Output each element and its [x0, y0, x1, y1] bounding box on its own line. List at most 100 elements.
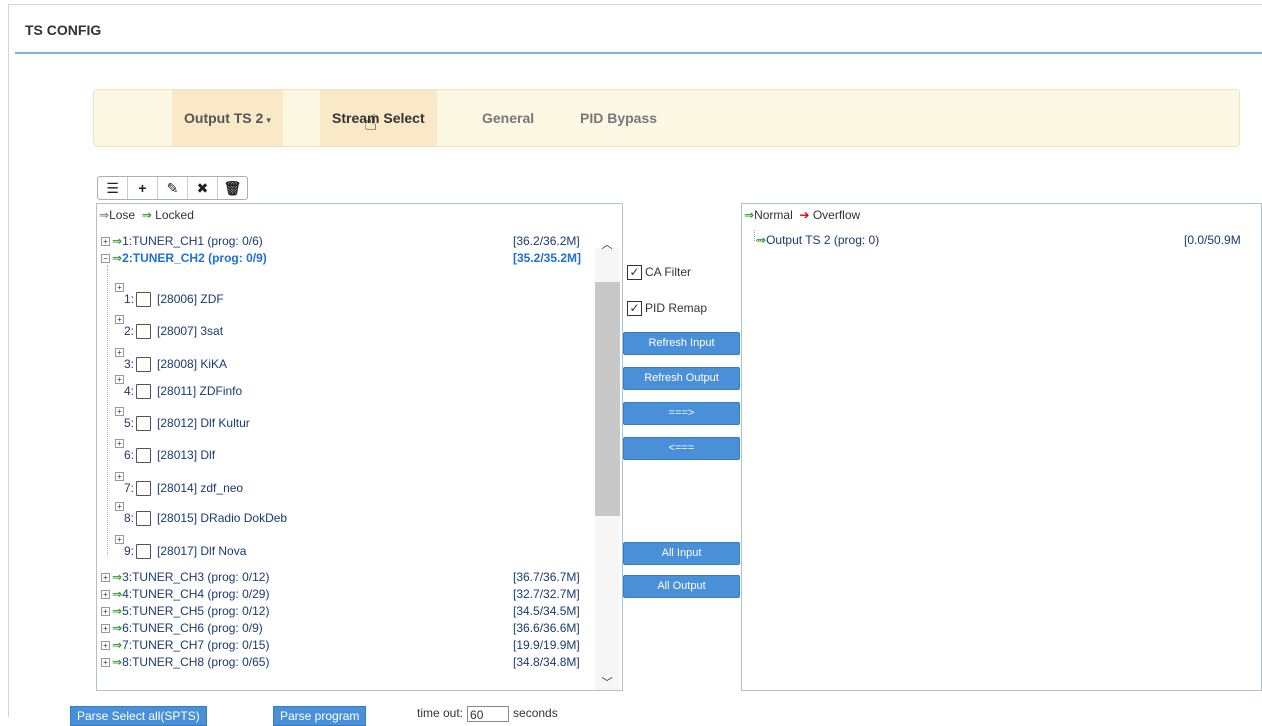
tuner-rate: [36.2/36.2M] — [513, 234, 580, 248]
move-right-button[interactable]: ===> — [623, 402, 740, 425]
program-num: 1: — [124, 292, 135, 306]
all-input-button[interactable]: All Input — [623, 542, 740, 565]
move-left-button[interactable]: <=== — [623, 437, 740, 460]
tuner-row[interactable]: + ⇒4:TUNER_CH4 (prog: 0/29) [32.7/32.7M] — [101, 586, 580, 603]
refresh-output-button[interactable]: Refresh Output — [623, 367, 740, 390]
expand-icon[interactable]: + — [101, 658, 110, 668]
program-label: [28007] 3sat — [157, 324, 224, 338]
overflow-arrow-icon: ➔ — [799, 208, 810, 222]
tuner-row[interactable]: + ⇒3:TUNER_CH3 (prog: 0/12) [36.7/36.7M] — [101, 569, 580, 586]
program-row[interactable]: +9: [28017] Dlf Nova — [115, 535, 246, 560]
locked-arrow-icon: ⇒ — [141, 208, 152, 222]
tuner-row[interactable]: − ⇒2:TUNER_CH2 (prog: 0/9) [35.2/35.2M] — [101, 250, 581, 267]
expand-icon[interactable]: + — [115, 315, 124, 324]
tuner-row[interactable]: + ⇒8:TUNER_CH8 (prog: 0/65) [34.8/34.8M] — [101, 654, 580, 671]
normal-arrow-icon: ⇒ — [756, 233, 767, 247]
timeout-input[interactable]: 60 — [467, 706, 510, 722]
pid-remap-label: PID Remap — [645, 301, 708, 315]
program-checkbox[interactable] — [136, 357, 152, 373]
expand-icon[interactable]: + — [101, 590, 110, 600]
timeout-group: time out: 60 seconds — [417, 706, 558, 722]
expand-icon[interactable]: + — [101, 607, 110, 617]
expand-icon[interactable]: + — [115, 439, 124, 448]
locked-arrow-icon: ⇒ — [112, 587, 123, 601]
pid-remap-checkbox[interactable]: ✓ — [627, 301, 642, 317]
tuner-label: 6:TUNER_CH6 (prog: 0/9) — [122, 621, 263, 635]
program-checkbox[interactable] — [136, 324, 152, 340]
output-ts-rate: [0.0/50.9M — [1184, 233, 1241, 247]
parse-program-button[interactable]: Parse program — [273, 706, 367, 726]
timeout-label: time out: — [417, 706, 464, 721]
tuner-rate: [34.5/34.5M] — [513, 604, 580, 618]
page-header: TS CONFIG — [15, 8, 1262, 54]
locked-arrow-icon: ⇒ — [112, 234, 123, 248]
ca-filter-checkbox[interactable]: ✓ — [627, 265, 642, 281]
all-output-button[interactable]: All Output — [623, 575, 740, 598]
program-label: [28013] Dlf — [157, 448, 216, 462]
expand-icon[interactable]: + — [101, 573, 110, 583]
parse-select-all-button[interactable]: Parse Select all(SPTS) — [70, 706, 207, 726]
program-num: 8: — [124, 511, 135, 525]
output-ts-dropdown[interactable]: Output TS 2 ▾ — [172, 90, 283, 146]
close-icon[interactable]: ✖ — [188, 177, 218, 199]
program-checkbox[interactable] — [136, 544, 152, 560]
program-row[interactable]: +8: [28015] DRadio DokDeb — [115, 502, 287, 527]
expand-icon[interactable]: + — [115, 348, 124, 357]
expand-icon[interactable]: + — [115, 502, 124, 511]
input-legend: ⇒Lose ⇒ Locked — [99, 208, 194, 222]
tab-pid-bypass[interactable]: PID Bypass — [568, 90, 669, 146]
expand-icon[interactable]: + — [115, 535, 124, 544]
scroll-down-icon[interactable]: ﹀ — [600, 674, 614, 690]
program-checkbox[interactable] — [136, 416, 152, 432]
timeout-unit: seconds — [513, 706, 558, 721]
scroll-up-icon[interactable]: ︿ — [600, 236, 614, 252]
expand-icon[interactable]: + — [101, 624, 110, 634]
plus-icon[interactable]: + — [128, 177, 158, 199]
expand-icon[interactable]: + — [101, 237, 110, 247]
ca-filter-label: CA Filter — [645, 265, 692, 279]
ca-filter-option[interactable]: ✓ CA Filter — [627, 265, 692, 281]
tuner-rate: [35.2/35.2M] — [513, 251, 582, 265]
pencil-icon[interactable]: ✎ — [158, 177, 188, 199]
tuner-rate: [36.6/36.6M] — [513, 621, 580, 635]
program-num: 9: — [124, 544, 135, 558]
lose-arrow-icon: ⇒ — [99, 208, 110, 222]
program-checkbox[interactable] — [136, 511, 152, 527]
program-checkbox[interactable] — [136, 481, 152, 497]
expand-icon[interactable]: + — [115, 375, 124, 384]
tab-stream-select[interactable]: Stream Select — [320, 90, 437, 146]
program-row[interactable]: +5: [28012] Dlf Kultur — [115, 407, 250, 432]
tab-general[interactable]: General — [470, 90, 546, 146]
program-row[interactable]: +6: [28013] Dlf — [115, 439, 216, 464]
tuner-row[interactable]: + ⇒6:TUNER_CH6 (prog: 0/9) [36.6/36.6M] — [101, 620, 580, 637]
program-row[interactable]: +3: [28008] KiKA — [115, 348, 227, 373]
output-tree-panel[interactable]: ⇒Normal ➔ Overflow ⇒Output TS 2 (prog: 0… — [741, 203, 1262, 691]
program-row[interactable]: +7: [28014] zdf_neo — [115, 472, 243, 497]
program-row[interactable]: +2: [28007] 3sat — [115, 315, 224, 340]
program-row[interactable]: +4: [28011] ZDFinfo — [115, 375, 243, 400]
scrollbar-thumb[interactable] — [595, 282, 620, 516]
tuner-row[interactable]: + ⇒5:TUNER_CH5 (prog: 0/12) [34.5/34.5M] — [101, 603, 580, 620]
tuner-row[interactable]: + ⇒1:TUNER_CH1 (prog: 0/6) [36.2/36.2M] — [101, 233, 580, 250]
expand-icon[interactable]: + — [115, 283, 124, 292]
trash-icon[interactable]: 🗑 — [218, 177, 247, 199]
expand-icon[interactable]: + — [101, 641, 110, 651]
program-num: 7: — [124, 481, 135, 495]
program-label: [28012] Dlf Kultur — [157, 416, 250, 430]
list-icon[interactable]: ☰ — [98, 177, 128, 199]
pid-remap-option[interactable]: ✓ PID Remap — [627, 301, 708, 317]
collapse-icon[interactable]: − — [101, 254, 110, 264]
program-row[interactable]: +1: [28006] ZDF — [115, 283, 224, 308]
program-checkbox[interactable] — [136, 292, 152, 308]
program-label: [28011] ZDFinfo — [157, 384, 243, 398]
input-tree-panel[interactable]: ⇒Lose ⇒ Locked + ⇒1:TUNER_CH1 (prog: 0/6)… — [96, 203, 623, 691]
expand-icon[interactable]: + — [115, 407, 124, 416]
expand-icon[interactable]: + — [115, 472, 124, 481]
tuner-label: 3:TUNER_CH3 (prog: 0/12) — [122, 570, 270, 584]
output-ts-row[interactable]: ⇒Output TS 2 (prog: 0) — [756, 233, 879, 247]
refresh-input-button[interactable]: Refresh Input — [623, 332, 740, 355]
tuner-row[interactable]: + ⇒7:TUNER_CH7 (prog: 0/15) [19.9/19.9M] — [101, 637, 580, 654]
program-checkbox[interactable] — [136, 384, 152, 400]
program-checkbox[interactable] — [136, 448, 152, 464]
locked-arrow-icon: ⇒ — [112, 621, 123, 635]
